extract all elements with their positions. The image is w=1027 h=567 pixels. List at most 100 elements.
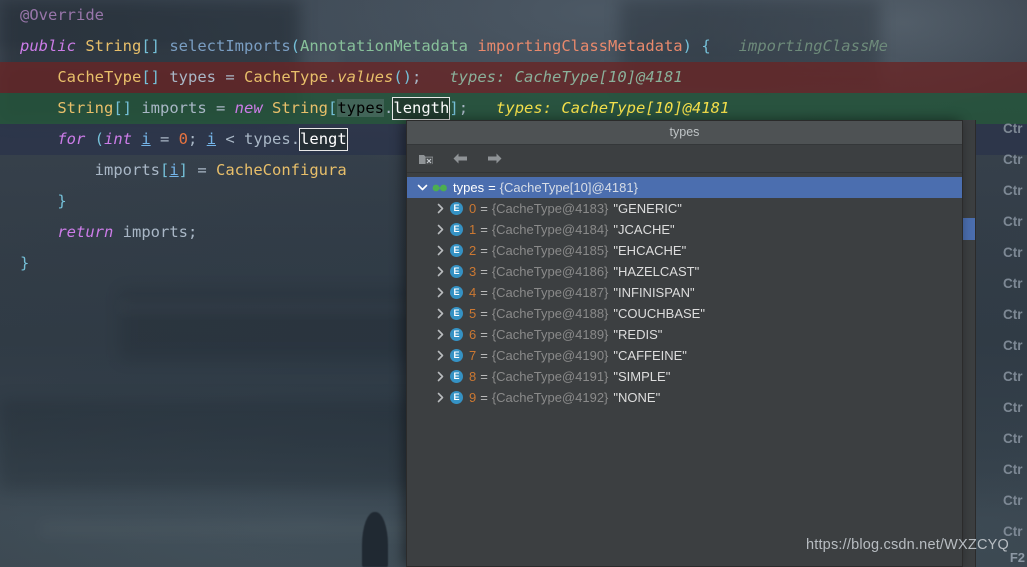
back-arrow-icon[interactable] — [451, 150, 469, 168]
token-sel-box[interactable]: length — [392, 97, 451, 120]
ide-screenshot: @Override public String[] selectImports(A… — [0, 0, 1027, 567]
token-brk: [] — [141, 68, 160, 86]
item-value: "EHCACHE" — [613, 243, 687, 258]
item-equals: = — [480, 243, 488, 258]
chevron-right-icon[interactable] — [433, 244, 447, 258]
chevron-right-icon[interactable] — [433, 223, 447, 237]
token-brk: [] — [113, 99, 132, 117]
tree-row-root[interactable]: types = {CacheType[10]@4181} — [407, 177, 962, 198]
token-cls: AnnotationMetadata — [300, 37, 468, 55]
item-reference: {CacheType@4185} — [491, 243, 609, 258]
token-brk: ) { — [682, 37, 711, 55]
token-brk: ] — [449, 99, 459, 117]
token-sel-box[interactable]: lengt — [299, 128, 348, 151]
token-punc: ; — [188, 130, 207, 148]
token-brk: } — [57, 192, 67, 210]
token-inline-hint-r: types: CacheType[10]@4181 — [421, 68, 683, 86]
tree-row-item[interactable]: E 0 = {CacheType@4183} "GENERIC" — [407, 198, 962, 219]
token-punc: = — [225, 68, 244, 86]
tree-row-item[interactable]: E 1 = {CacheType@4184} "JCACHE" — [407, 219, 962, 240]
item-index: 2 — [469, 243, 477, 258]
line-annotation[interactable]: @Override — [0, 0, 1027, 31]
item-reference: {CacheType@4187} — [491, 285, 609, 300]
item-value: "HAZELCAST" — [613, 264, 700, 279]
tree-row-item[interactable]: E 2 = {CacheType@4185} "EHCACHE" — [407, 240, 962, 261]
token-brk: () — [393, 68, 413, 86]
debugger-value-popup[interactable]: types types = {CacheType[10]@4181} E 0 =… — [406, 120, 963, 567]
item-index: 8 — [469, 369, 477, 384]
token-kw: for — [57, 130, 95, 148]
token-ident: types — [160, 68, 226, 86]
item-equals: = — [480, 285, 488, 300]
tree-row-item[interactable]: E 7 = {CacheType@4190} "CAFFEINE" — [407, 345, 962, 366]
item-reference: {CacheType@4192} — [491, 390, 609, 405]
token-type: CacheType — [244, 68, 328, 86]
token-soft-sel: types — [337, 99, 385, 117]
chevron-right-icon[interactable] — [433, 391, 447, 405]
token-brk: [] — [141, 37, 160, 55]
tree-row-item[interactable]: E 9 = {CacheType@4192} "NONE" — [407, 387, 962, 408]
token-kw: int — [104, 130, 142, 148]
token-punc — [468, 37, 477, 55]
scrollbar-thumb[interactable] — [963, 218, 975, 240]
tree-row-item[interactable]: E 5 = {CacheType@4188} "COUCHBASE" — [407, 303, 962, 324]
tree-row-item[interactable]: E 6 = {CacheType@4189} "REDIS" — [407, 324, 962, 345]
token-ident: imports — [122, 223, 188, 241]
item-value: "GENERIC" — [613, 201, 682, 216]
token-punc: ; — [412, 68, 422, 86]
token-punc — [160, 37, 169, 55]
token-kw: public — [20, 37, 86, 55]
token-kw: return — [57, 223, 123, 241]
chevron-right-icon[interactable] — [433, 202, 447, 216]
chevron-right-icon[interactable] — [433, 370, 447, 384]
item-index: 7 — [469, 348, 477, 363]
enum-value-icon: E — [450, 307, 463, 320]
tree-row-item[interactable]: E 8 = {CacheType@4191} "SIMPLE" — [407, 366, 962, 387]
item-equals: = — [480, 222, 488, 237]
item-equals: = — [480, 201, 488, 216]
item-value: "SIMPLE" — [613, 369, 671, 384]
token-inline-hint: importingClassMe — [710, 37, 888, 55]
item-value: "INFINISPAN" — [613, 285, 695, 300]
token-punc: = — [216, 99, 235, 117]
item-index: 9 — [469, 390, 477, 405]
root-equals: = — [488, 180, 496, 195]
array-value-icon — [432, 183, 448, 193]
enum-value-icon: E — [450, 328, 463, 341]
item-reference: {CacheType@4190} — [491, 348, 609, 363]
token-method: selectImports — [169, 37, 291, 55]
token-type: String — [85, 37, 142, 55]
forward-arrow-icon[interactable] — [485, 150, 503, 168]
chevron-right-icon[interactable] — [433, 328, 447, 342]
close-frame-icon[interactable] — [417, 150, 435, 168]
watermark: https://blog.csdn.net/WXZCYQ — [805, 537, 1009, 553]
chevron-right-icon[interactable] — [433, 286, 447, 300]
item-value: "NONE" — [613, 390, 661, 405]
token-brk: } — [20, 254, 30, 272]
token-ident: imports — [94, 161, 160, 179]
variable-tree[interactable]: types = {CacheType[10]@4181} E 0 = {CacheType@… — [407, 173, 962, 408]
item-index: 3 — [469, 264, 477, 279]
line-method-signature[interactable]: public String[] selectImports(Annotation… — [0, 31, 1027, 62]
token-kw: new — [234, 99, 272, 117]
tree-row-item[interactable]: E 3 = {CacheType@4186} "HAZELCAST" — [407, 261, 962, 282]
editor-scroll-gutter[interactable] — [963, 120, 976, 567]
token-type: CacheType — [57, 68, 142, 86]
token-type: String — [272, 99, 328, 117]
chevron-right-icon[interactable] — [433, 265, 447, 279]
line-cachetype-values[interactable]: CacheType[] types = CacheType.values(); … — [0, 62, 1027, 93]
popup-toolbar[interactable] — [407, 145, 962, 173]
chevron-right-icon[interactable] — [433, 349, 447, 363]
enum-value-icon: E — [450, 391, 463, 404]
item-value: "COUCHBASE" — [613, 306, 705, 321]
chevron-right-icon[interactable] — [433, 307, 447, 321]
tree-row-item[interactable]: E 4 = {CacheType@4187} "INFINISPAN" — [407, 282, 962, 303]
token-inline-hint-y: types: CacheType[10]@4181 — [468, 99, 730, 117]
chevron-down-icon[interactable] — [415, 181, 429, 195]
item-index: 1 — [469, 222, 477, 237]
token-punc: ; — [187, 223, 198, 241]
